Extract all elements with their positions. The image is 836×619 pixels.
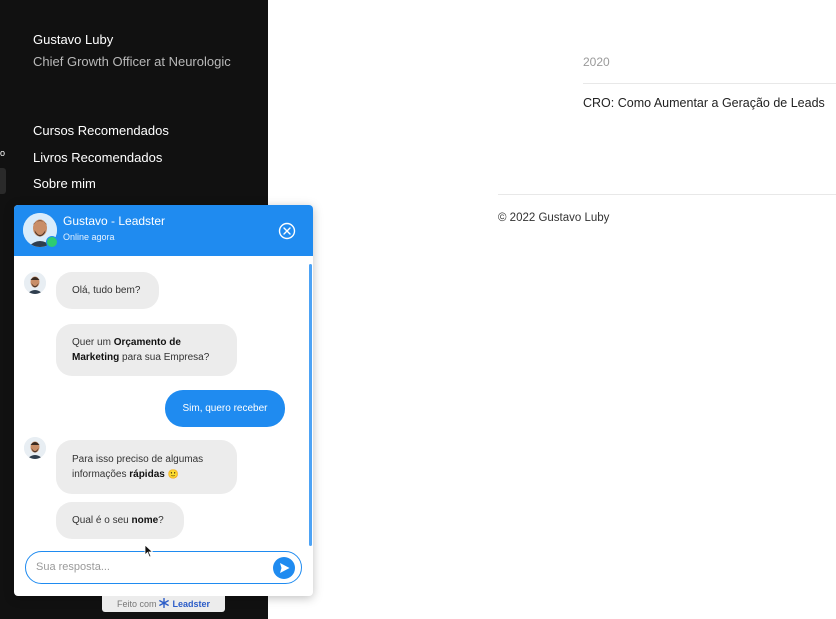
agent-name: Gustavo - Leadster — [63, 214, 166, 228]
nav-link-cursos[interactable]: Cursos Recomendados — [33, 122, 169, 149]
powered-by-badge[interactable]: Feito com Leadster — [102, 596, 225, 612]
bot-message: Qual é o seu nome? — [56, 502, 184, 539]
close-icon[interactable] — [277, 221, 297, 241]
bot-avatar — [24, 272, 46, 294]
chat-scrollbar[interactable] — [309, 264, 312, 546]
nav-link-sobre[interactable]: Sobre mim — [33, 175, 169, 202]
profile-role: Chief Growth Officer at Neurologic — [33, 54, 231, 69]
clipped-edge-control[interactable] — [0, 168, 6, 194]
footer-divider — [498, 194, 836, 195]
bot-message: Quer um Orçamento de Marketing para sua … — [56, 324, 237, 376]
chat-header: Gustavo - Leadster Online agora — [14, 205, 313, 256]
mouse-cursor-icon — [144, 544, 154, 558]
profile-name: Gustavo Luby — [33, 32, 114, 47]
post-link[interactable]: CRO: Como Aumentar a Geração de Leads — [583, 96, 825, 110]
copyright-text: © 2022 Gustavo Luby — [498, 212, 610, 224]
message-text: Olá, tudo bem? — [72, 285, 141, 296]
message-text: Qual é o seu nome? — [72, 515, 164, 526]
bot-message: Para isso preciso de algumas informações… — [56, 440, 237, 494]
chat-input-container — [25, 551, 302, 584]
year-heading: 2020 — [583, 55, 610, 69]
chat-widget: Gustavo - Leadster Online agora Olá, tud… — [14, 205, 313, 596]
message-text: Quer um Orçamento de Marketing para sua … — [72, 337, 210, 363]
bot-avatar — [24, 437, 46, 459]
online-status-icon — [46, 236, 58, 248]
user-message[interactable]: Sim, quero receber — [165, 390, 285, 427]
nav-link-livros[interactable]: Livros Recomendados — [33, 149, 169, 176]
badge-prefix: Feito com — [116, 599, 157, 609]
smile-emoji-icon: 🙂 — [167, 469, 179, 479]
divider — [583, 83, 836, 84]
leadster-logo-icon — [159, 597, 170, 610]
send-icon[interactable] — [273, 557, 295, 579]
clipped-edge-text: o — [0, 148, 6, 158]
chat-input[interactable] — [36, 557, 266, 577]
agent-status: Online agora — [63, 232, 115, 242]
chat-messages[interactable]: Olá, tudo bem? Quer um Orçamento de Mark… — [14, 256, 313, 546]
badge-brand: Leadster — [172, 599, 211, 609]
sidebar-nav: Cursos Recomendados Livros Recomendados … — [33, 122, 169, 202]
message-text: Para isso preciso de algumas informações… — [72, 454, 204, 480]
bot-message: Olá, tudo bem? — [56, 272, 159, 309]
